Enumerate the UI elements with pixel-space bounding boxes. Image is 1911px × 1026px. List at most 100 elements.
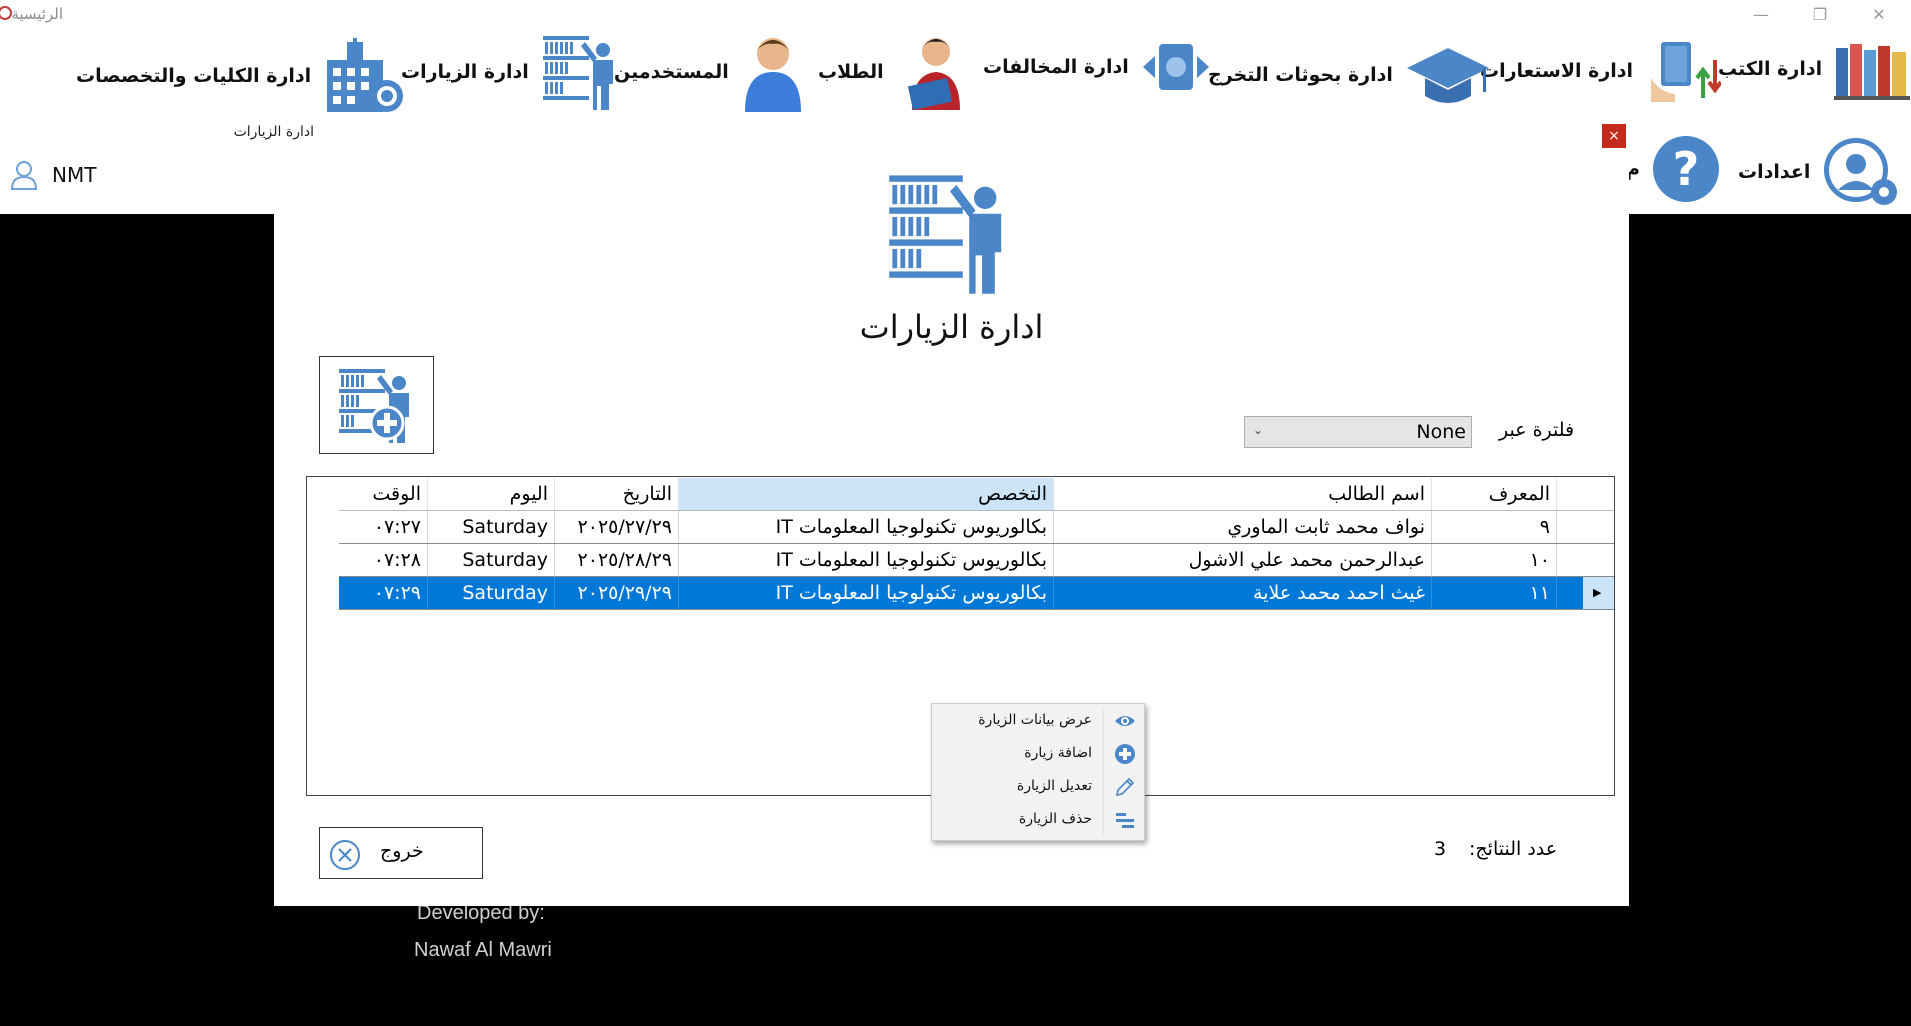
cell-id: ٩: [1432, 511, 1557, 543]
menu-view-visit[interactable]: عرض بيانات الزيارة: [932, 704, 1144, 737]
dialog-heading: ادارة الزيارات: [859, 308, 1044, 346]
col-day[interactable]: اليوم: [428, 478, 555, 510]
close-circle-icon: [330, 840, 360, 870]
cell-name: غيث احمد محمد علاية: [1054, 577, 1432, 609]
chevron-down-icon: ⌄: [1253, 423, 1264, 437]
user-name: NMT: [52, 163, 97, 187]
col-date[interactable]: التاريخ: [555, 478, 679, 510]
app-logo-icon: [0, 6, 12, 20]
window-close-button[interactable]: ✕: [1859, 2, 1899, 28]
row-context-menu: عرض بيانات الزيارة اضافة زيارة تعديل الز…: [931, 703, 1145, 841]
nav-users[interactable]: المستخدمين: [614, 32, 805, 112]
cell-day: Saturday: [428, 577, 555, 609]
nav-settings[interactable]: اعدادات: [1738, 136, 1898, 208]
student-reading-icon: [907, 38, 960, 110]
credit-author: Nawaf Al Mawri: [414, 939, 552, 961]
graduation-cap-icon: [1406, 48, 1489, 103]
menu-edit-visit-label: تعديل الزيارة: [1016, 778, 1092, 794]
borrow-book-icon: [1651, 42, 1722, 102]
cell-date: ٢٠٢٥/٢٩/٢٩: [555, 577, 679, 609]
nav-research-label: ادارة بحوثات التخرج: [1208, 64, 1393, 86]
current-user[interactable]: NMT: [10, 160, 96, 190]
nav-violations-label: ادارة المخالفات: [983, 56, 1129, 78]
add-visit-button[interactable]: [319, 356, 434, 454]
nav-students-label: الطلاب: [818, 61, 884, 83]
dialog-title: ادارة الزيارات: [233, 124, 314, 140]
menu-edit-visit[interactable]: تعديل الزيارة: [932, 770, 1144, 803]
cell-date: ٢٠٢٥/٢٨/٢٩: [555, 544, 679, 576]
menu-add-visit-label: اضافة زيارة: [1024, 745, 1092, 761]
maximize-button[interactable]: ❐: [1800, 2, 1840, 28]
table-header: الوقت اليوم التاريخ التخصص اسم الطالب ال…: [339, 478, 1614, 511]
cell-day: Saturday: [428, 544, 555, 576]
table-row-selected[interactable]: ٠٧:٢٩ Saturday ٢٠٢٥/٢٩/٢٩ بكالوريوس تكنو…: [339, 577, 1614, 610]
cell-date: ٢٠٢٥/٢٧/٢٩: [555, 511, 679, 543]
nav-borrowing-label: ادارة الاستعارات: [1480, 60, 1634, 82]
filter-label: فلترة عبر: [1499, 419, 1575, 441]
menu-delete-visit-label: حذف الزيارة: [1018, 811, 1092, 827]
row-header[interactable]: [1583, 511, 1614, 543]
results-count-value: 3: [1434, 838, 1447, 860]
nav-books[interactable]: ادارة الكتب: [1718, 38, 1911, 100]
nav-students[interactable]: الطلاب: [818, 32, 976, 112]
table-row[interactable]: ٠٧:٢٧ Saturday ٢٠٢٥/٢٧/٢٩ بكالوريوس تكنو…: [339, 511, 1614, 544]
cell-id: ١١: [1432, 577, 1557, 609]
books-icon: [1834, 44, 1911, 100]
nav-settings-label: اعدادات: [1738, 161, 1811, 183]
filter-select[interactable]: None ⌄: [1244, 416, 1472, 448]
cell-name: نواف محمد ثابت الماوري: [1054, 511, 1432, 543]
delete-lines-icon: [1116, 813, 1134, 828]
cell-id: ١٠: [1432, 544, 1557, 576]
building-gear-icon: [327, 38, 404, 112]
table-row[interactable]: ٠٧:٢٨ Saturday ٢٠٢٥/٢٨/٢٩ بكالوريوس تكنو…: [339, 544, 1614, 577]
cell-time: ٠٧:٢٨: [339, 544, 428, 576]
col-time[interactable]: الوقت: [339, 478, 428, 510]
menu-delete-visit[interactable]: حذف الزيارة: [932, 803, 1144, 836]
cell-day: Saturday: [428, 511, 555, 543]
filter-select-value: None: [1416, 421, 1466, 443]
user-settings-icon: [1824, 138, 1898, 205]
window-title: الرئيسية: [11, 5, 63, 23]
nav-colleges[interactable]: ادارة الكليات والتخصصات: [76, 38, 407, 114]
col-name[interactable]: اسم الطالب: [1054, 478, 1432, 510]
minimize-button[interactable]: —: [1741, 2, 1781, 28]
nav-help[interactable]: م ?: [1626, 135, 1720, 203]
dialog-close-button[interactable]: ×: [1602, 124, 1626, 148]
eye-icon: [1115, 716, 1135, 726]
nav-colleges-label: ادارة الكليات والتخصصات: [76, 65, 312, 87]
nav-visits[interactable]: ادارة الزيارات: [401, 32, 621, 112]
nav-research[interactable]: ادارة بحوثات التخرج: [1208, 40, 1491, 110]
menu-add-visit[interactable]: اضافة زيارة: [932, 737, 1144, 770]
menu-view-visit-label: عرض بيانات الزيارة: [978, 712, 1092, 728]
cell-major: بكالوريوس تكنولوجيا المعلومات IT: [679, 577, 1054, 609]
svg-text:?: ?: [1673, 142, 1700, 196]
add-visit-icon: [338, 369, 409, 443]
results-count-label: عدد النتائج:: [1469, 838, 1558, 860]
row-header[interactable]: [1583, 544, 1614, 576]
visits-header-icon: [889, 175, 1002, 294]
row-header[interactable]: ▶: [1583, 577, 1614, 609]
cell-major: بكالوريوس تكنولوجيا المعلومات IT: [679, 511, 1054, 543]
cell-major: بكالوريوس تكنولوجيا المعلومات IT: [679, 544, 1054, 576]
nav-borrowing[interactable]: ادارة الاستعارات: [1480, 38, 1722, 104]
col-id[interactable]: المعرف: [1432, 478, 1557, 510]
header-corner: [1583, 478, 1614, 510]
exit-button-label: خروج: [380, 840, 424, 862]
cell-name: عبدالرحمن محمد علي الاشول: [1054, 544, 1432, 576]
nav-violations[interactable]: ادارة المخالفات: [983, 36, 1211, 98]
money-exchange-icon: [1142, 44, 1209, 90]
library-visitor-icon: [542, 36, 613, 110]
help-icon: ?: [1652, 136, 1719, 202]
exit-button[interactable]: خروج: [319, 827, 483, 879]
user-outline-icon: [10, 161, 38, 190]
plus-circle-icon: [1115, 744, 1135, 764]
pencil-icon: [1115, 777, 1135, 797]
cell-time: ٠٧:٢٧: [339, 511, 428, 543]
visits-dialog: ادارة الزيارات × ادارة الزيارات فلترة عب…: [234, 116, 1629, 906]
current-row-arrow-icon: ▶: [1593, 586, 1602, 599]
user-icon: [744, 38, 801, 112]
nav-books-label: ادارة الكتب: [1718, 58, 1823, 80]
col-major[interactable]: التخصص: [679, 478, 1054, 510]
cell-time: ٠٧:٢٩: [339, 577, 428, 609]
nav-users-label: المستخدمين: [614, 61, 729, 83]
